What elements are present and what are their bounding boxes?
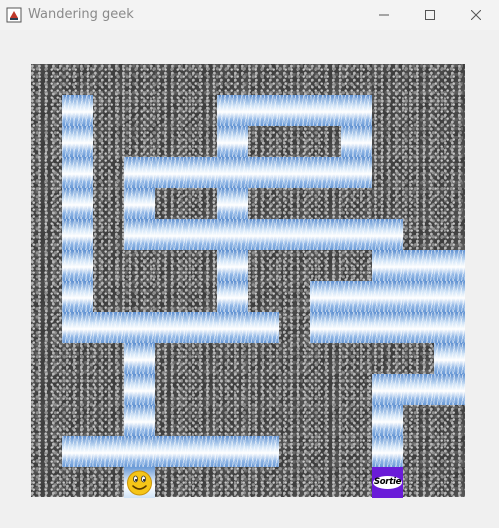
- path-tile: [341, 95, 372, 126]
- path-tile: [62, 95, 93, 126]
- maze-board[interactable]: Sortie: [31, 64, 465, 498]
- java-app-icon: [6, 7, 22, 23]
- path-tile: [248, 157, 279, 188]
- path-tile: [372, 436, 403, 467]
- path-tile: [217, 281, 248, 312]
- path-tile: [62, 126, 93, 157]
- path-tile: [372, 374, 403, 405]
- close-icon: [471, 10, 481, 20]
- path-tile: [341, 157, 372, 188]
- minimize-button[interactable]: [361, 0, 407, 30]
- path-tile: [186, 312, 217, 343]
- path-tile: [217, 188, 248, 219]
- path-tile: [341, 281, 372, 312]
- path-tile: [124, 188, 155, 219]
- maximize-button[interactable]: [407, 0, 453, 30]
- path-tile: [124, 374, 155, 405]
- path-tile: [217, 219, 248, 250]
- path-tile: [62, 219, 93, 250]
- title-bar: Wandering geek: [0, 0, 499, 30]
- close-button[interactable]: [453, 0, 499, 30]
- path-tile: [217, 436, 248, 467]
- exit-tile: Sortie: [372, 467, 403, 498]
- path-tile: [248, 95, 279, 126]
- window-title: Wandering geek: [28, 7, 134, 22]
- path-tile: [279, 157, 310, 188]
- path-tile: [310, 312, 341, 343]
- path-tile: [248, 219, 279, 250]
- path-tile: [62, 188, 93, 219]
- exit-label: Sortie: [373, 476, 402, 489]
- path-tile: [341, 219, 372, 250]
- path-tile: [248, 436, 279, 467]
- path-tile: [279, 219, 310, 250]
- minimize-icon: [379, 14, 389, 16]
- path-tile: [186, 436, 217, 467]
- path-tile: [248, 312, 279, 343]
- path-tile: [434, 312, 465, 343]
- path-tile: [217, 312, 248, 343]
- path-tile: [62, 281, 93, 312]
- path-tile: [310, 281, 341, 312]
- path-tile: [186, 157, 217, 188]
- path-tile: [217, 126, 248, 157]
- path-tile: [372, 312, 403, 343]
- smiley-player-icon: [127, 470, 152, 496]
- path-tile: [310, 157, 341, 188]
- path-tile: [124, 312, 155, 343]
- path-tile: [434, 343, 465, 374]
- path-tile: [217, 250, 248, 281]
- path-tile: [279, 95, 310, 126]
- path-tile: [155, 157, 186, 188]
- path-tile: [403, 374, 434, 405]
- path-tile: [186, 219, 217, 250]
- path-tile: [155, 312, 186, 343]
- path-tile: [341, 312, 372, 343]
- path-tile: [62, 157, 93, 188]
- path-tile: [310, 219, 341, 250]
- path-tile: [372, 405, 403, 436]
- path-tile: [124, 219, 155, 250]
- path-tile: [155, 219, 186, 250]
- maximize-icon: [425, 10, 435, 20]
- path-tile: [434, 281, 465, 312]
- path-tile: [403, 312, 434, 343]
- path-tile: [434, 374, 465, 405]
- path-tile: [217, 157, 248, 188]
- player-tile: [124, 467, 155, 498]
- path-tile: [155, 436, 186, 467]
- path-tile: [403, 281, 434, 312]
- path-tile: [93, 312, 124, 343]
- path-tile: [403, 250, 434, 281]
- path-tile: [124, 405, 155, 436]
- path-tile: [124, 343, 155, 374]
- path-tile: [341, 126, 372, 157]
- path-tile: [217, 95, 248, 126]
- path-tile: [93, 436, 124, 467]
- path-tile: [62, 436, 93, 467]
- path-tile: [62, 250, 93, 281]
- path-tile: [372, 281, 403, 312]
- path-tile: [124, 157, 155, 188]
- path-tile: [62, 312, 93, 343]
- path-tile: [434, 250, 465, 281]
- path-tile: [124, 436, 155, 467]
- path-tile: [372, 250, 403, 281]
- path-tile: [372, 219, 403, 250]
- path-tile: [310, 95, 341, 126]
